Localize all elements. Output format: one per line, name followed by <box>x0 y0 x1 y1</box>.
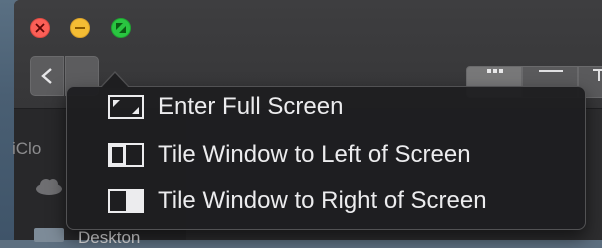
full-screen-icon <box>108 95 144 119</box>
close-icon <box>35 23 45 33</box>
sidebar-item-desktop[interactable]: Deskton <box>78 228 140 248</box>
tile-right-icon <box>108 189 144 213</box>
cloud-icon <box>36 179 62 195</box>
chevron-left-icon <box>41 68 52 84</box>
fullscreen-arrows-icon <box>116 23 126 33</box>
zoom-button[interactable] <box>111 18 131 38</box>
menu-item-label: Tile Window to Right of Screen <box>158 187 487 214</box>
window-zoom-menu: Enter Full Screen Tile Window to Left of… <box>66 86 586 230</box>
menu-item-label: Tile Window to Left of Screen <box>158 141 471 168</box>
minimize-icon <box>75 27 85 29</box>
back-button[interactable] <box>30 56 64 96</box>
menu-item-tile-right[interactable]: Tile Window to Right of Screen <box>67 181 585 221</box>
menu-pointer-fill <box>101 73 129 88</box>
sidebar-section-icloud: iClo <box>12 139 42 158</box>
desktop-background <box>0 0 14 240</box>
minimize-button[interactable] <box>70 18 90 38</box>
close-button[interactable] <box>30 18 50 38</box>
tile-left-icon <box>108 143 144 167</box>
menu-item-tile-left[interactable]: Tile Window to Left of Screen <box>67 135 585 175</box>
menu-item-enter-full-screen[interactable]: Enter Full Screen <box>67 87 585 127</box>
menu-item-label: Enter Full Screen <box>158 93 344 120</box>
